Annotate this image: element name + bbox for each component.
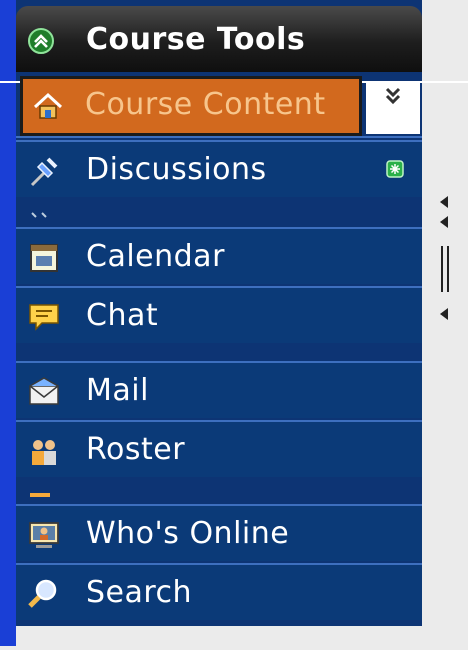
decorative-stub [28, 483, 58, 497]
menu-item-course-content[interactable]: Course Content [20, 76, 362, 136]
menu-item-label: Chat [86, 298, 159, 333]
menu-item-label: Roster [86, 432, 186, 467]
collapse-handle-icon [440, 196, 449, 320]
menu-separator [16, 136, 422, 138]
people-icon [26, 433, 62, 469]
magnifier-icon [26, 576, 62, 612]
menu-item-roster[interactable]: Roster [16, 420, 422, 497]
home-icon [31, 89, 65, 123]
menu-item-label: Discussions [86, 152, 267, 187]
menu-item-label: Search [86, 575, 193, 610]
green-new-badge-icon [386, 160, 404, 178]
menu-item-search[interactable]: Search [16, 563, 422, 620]
menu-item-calendar[interactable]: Calendar [16, 227, 422, 284]
decorative-stub [28, 203, 58, 218]
menu-item-label: Mail [86, 373, 149, 408]
right-rail [422, 84, 468, 646]
menu-item-label: Calendar [86, 239, 225, 274]
monitor-user-icon [26, 517, 62, 553]
menu-item-discussions[interactable]: Discussions [16, 140, 422, 218]
menu-item-whos-online[interactable]: Who's Online [16, 504, 422, 561]
course-tools-header[interactable]: Course Tools [16, 6, 422, 72]
menu-item-label: Course Content [85, 87, 326, 122]
double-chevron-up-icon[interactable] [28, 28, 54, 54]
bottom-spacer [16, 626, 422, 646]
menu-item-mail[interactable]: Mail [16, 361, 422, 418]
double-chevron-down-icon [385, 87, 401, 105]
pushpin-icon [26, 153, 62, 189]
course-tools-title: Course Tools [86, 22, 306, 57]
left-rail [0, 0, 16, 646]
collapse-button[interactable] [366, 82, 420, 134]
menu-item-label: Who's Online [86, 516, 290, 551]
calendar-icon [26, 240, 62, 276]
menu-item-chat[interactable]: Chat [16, 286, 422, 343]
envelope-icon [26, 374, 62, 410]
speech-bubble-icon [26, 299, 62, 335]
